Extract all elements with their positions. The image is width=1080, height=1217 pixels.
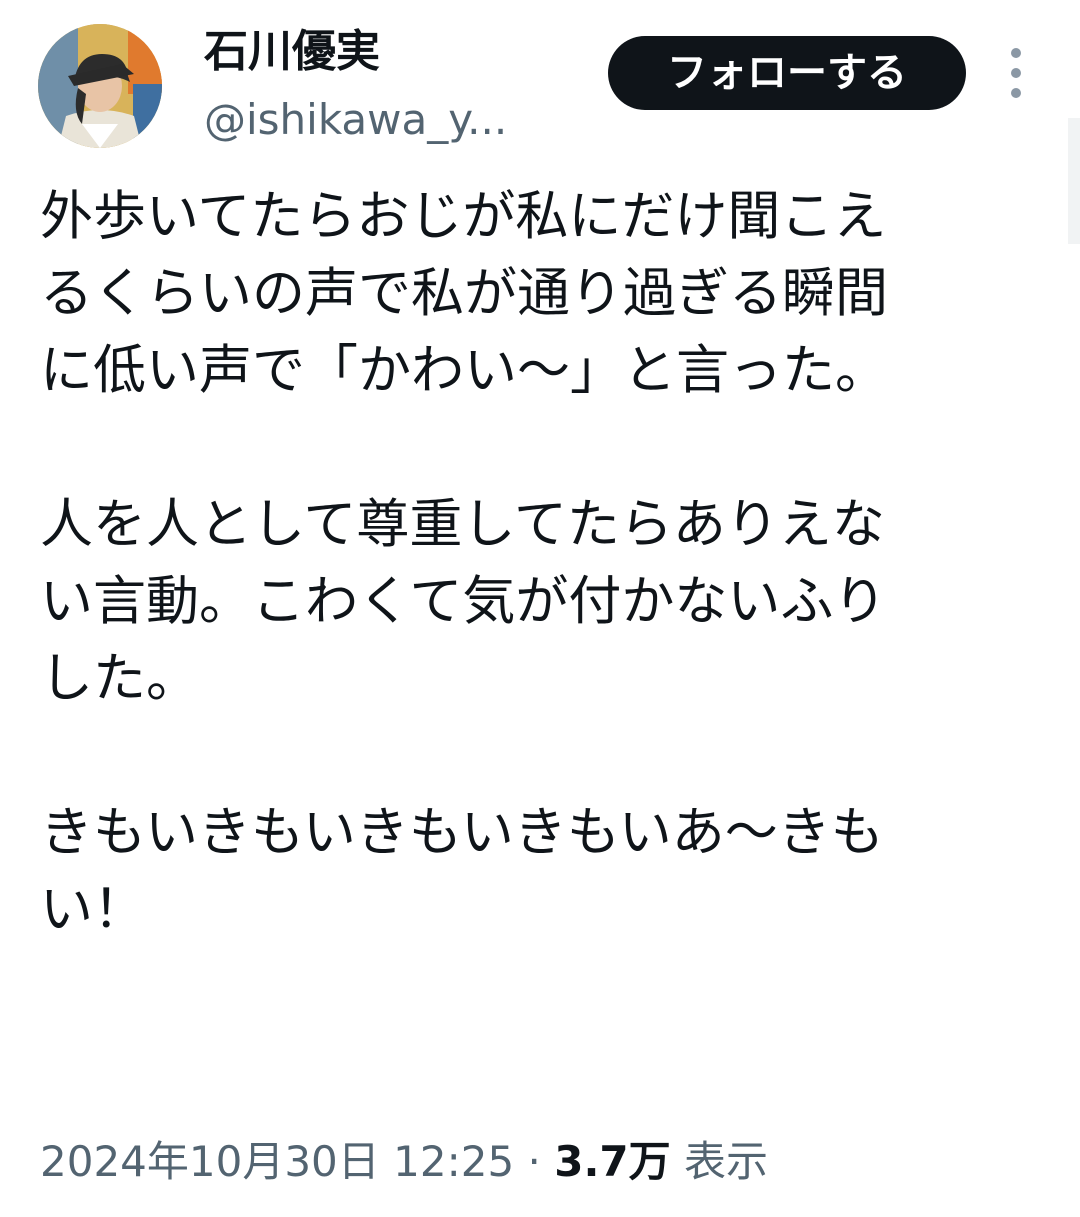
- avatar[interactable]: [38, 24, 162, 148]
- tweet-line: るくらいの声で私が通り過ぎる瞬間: [40, 263, 888, 324]
- author-display-name[interactable]: 石川優実: [204, 22, 380, 82]
- tweet-line: 人を人として尊重してたらありえな: [40, 494, 885, 555]
- tweet-timestamp[interactable]: 2024年10月30日 12:25: [40, 1137, 514, 1186]
- more-vertical-icon[interactable]: [998, 46, 1034, 100]
- tweet-meta: 2024年10月30日 12:25 · 3.7万 表示: [40, 1130, 768, 1194]
- views-label: 表示: [684, 1137, 769, 1186]
- follow-button[interactable]: フォローする: [608, 36, 966, 110]
- tweet-paragraph: 外歩いてたらおじが私にだけ聞こえ るくらいの声で私が通り過ぎる瞬間 に低い声で「…: [40, 178, 1050, 409]
- tweet-line: した。: [40, 648, 199, 709]
- tweet-line: に低い声で「かわい〜」と言った。: [40, 340, 888, 401]
- author-handle[interactable]: @ishikawa_y...: [204, 92, 507, 148]
- tweet-line: きもいきもいきもいきもいあ〜きも: [40, 802, 884, 863]
- meta-separator: ·: [527, 1137, 541, 1186]
- scrollbar[interactable]: [1068, 118, 1080, 244]
- tweet-text: 外歩いてたらおじが私にだけ聞こえ るくらいの声で私が通り過ぎる瞬間 に低い声で「…: [40, 178, 1050, 948]
- tweet-line: い！: [40, 879, 146, 940]
- views-count: 3.7万: [554, 1137, 671, 1186]
- tweet-paragraph: きもいきもいきもいきもいあ〜きも い！: [40, 794, 1050, 948]
- tweet-paragraph: 人を人として尊重してたらありえな い言動。こわくて気が付かないふり した。: [40, 486, 1050, 717]
- tweet-line: い言動。こわくて気が付かないふり: [40, 571, 887, 632]
- avatar-image: [38, 24, 162, 148]
- tweet-line: 外歩いてたらおじが私にだけ聞こえ: [40, 186, 887, 247]
